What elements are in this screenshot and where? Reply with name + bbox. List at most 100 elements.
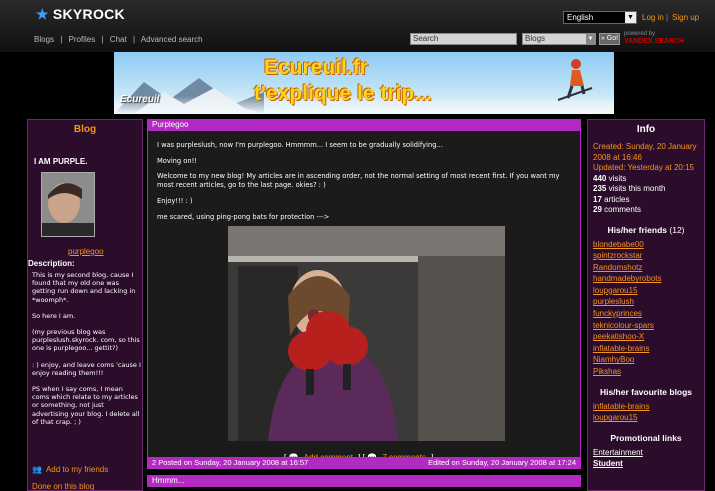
language-select[interactable]: English ▼ bbox=[563, 11, 637, 24]
post-paragraph: Welcome to my new blog! My articles are … bbox=[157, 172, 560, 190]
nav-blogs[interactable]: Blogs bbox=[34, 35, 54, 44]
post-paragraph: Enjoy!!! : ) bbox=[157, 196, 193, 205]
articles-row: 17 articles bbox=[593, 195, 704, 206]
articles-count: 17 bbox=[593, 194, 602, 204]
favourite-blog-link[interactable]: loupgarou15 bbox=[593, 412, 704, 424]
nav-separator: | bbox=[132, 35, 136, 44]
friend-link[interactable]: Randomshotz bbox=[593, 262, 704, 274]
comments-label: comments bbox=[604, 205, 642, 214]
post-paragraph: Moving on!! bbox=[157, 156, 197, 165]
visits-month-label: visits this month bbox=[608, 184, 666, 193]
friend-link[interactable]: teknicolour-spars bbox=[593, 320, 704, 332]
friend-link[interactable]: inflatable-brains bbox=[593, 343, 704, 355]
visits-month-count: 235 bbox=[593, 184, 607, 193]
add-friend-label: Add to my friends bbox=[45, 465, 109, 474]
post-title: Purplegoo bbox=[147, 119, 581, 131]
description-paragraph: PS when I say coms, I mean coms which re… bbox=[32, 385, 140, 426]
friend-link[interactable]: purpleslush bbox=[593, 296, 704, 308]
description-paragraph: : ) enjoy, and leave coms 'cause I enjoy… bbox=[32, 360, 141, 377]
ad-banner[interactable]: Ecureuil.fr t'explique le trip... Ecureu… bbox=[114, 52, 614, 114]
promo-link[interactable]: Student bbox=[588, 458, 704, 469]
friend-link[interactable]: Pikshas bbox=[593, 366, 704, 378]
banner-logo: Ecureuil bbox=[120, 94, 160, 105]
updated-label: Updated: bbox=[593, 163, 626, 172]
info-body: Created: Sunday, 20 January 2008 at 16:4… bbox=[588, 135, 704, 216]
comments-count: 29 bbox=[593, 205, 602, 214]
yandex-logo: YANDEX SEARCH bbox=[624, 38, 685, 45]
favourite-blog-link[interactable]: inflatable-brains bbox=[593, 401, 704, 413]
promo-link[interactable]: Entertainment bbox=[588, 447, 704, 458]
star-icon: ★ bbox=[36, 6, 49, 22]
banner-subtitle: t'explique le trip... bbox=[254, 82, 432, 105]
favourite-blogs-list: inflatable-brains loupgarou15 bbox=[588, 401, 704, 424]
add-friend-button[interactable]: 👥 Add to my friends bbox=[32, 465, 108, 474]
visits-row: 440 visits bbox=[593, 174, 704, 185]
updated-row: Updated: Yesterday at 20:15 bbox=[593, 163, 704, 174]
visits-month-row: 235 visits this month bbox=[593, 184, 704, 195]
nav-advanced-search[interactable]: Advanced search bbox=[141, 35, 203, 44]
photo-image bbox=[228, 226, 505, 441]
chevron-down-icon: ▼ bbox=[625, 12, 636, 23]
post-paragraph: me scared, using ping-pong bats for prot… bbox=[157, 212, 330, 221]
friend-link[interactable]: NiamhyBoo bbox=[593, 354, 704, 366]
nav-separator: | bbox=[60, 35, 63, 44]
friends-heading: His/her friends (12) bbox=[588, 225, 704, 235]
edited-date: Edited on Sunday, 20 January 2008 at 17:… bbox=[428, 458, 576, 467]
chevron-down-icon: ▼ bbox=[586, 34, 595, 44]
separator: | bbox=[666, 13, 669, 22]
promo-links-list: Entertainment Student bbox=[588, 447, 704, 469]
visits-label: visits bbox=[608, 173, 627, 183]
description-paragraph: So here I am. bbox=[32, 311, 76, 320]
description-body: This is my second blog, cause I found th… bbox=[32, 271, 142, 434]
friend-link[interactable]: handmadebyrobots bbox=[593, 273, 704, 285]
nav-profiles[interactable]: Profiles bbox=[69, 35, 96, 44]
go-button[interactable]: » Go! bbox=[599, 33, 620, 45]
favourite-blogs-title: His/her favourite blogs bbox=[599, 386, 693, 397]
avatar[interactable] bbox=[41, 172, 95, 237]
friend-link[interactable]: loupgarou15 bbox=[593, 285, 704, 297]
updated-value: Yesterday at 20:15 bbox=[627, 163, 694, 172]
blog-sidebar: Blog I AM PURPLE. purplegoo Description:… bbox=[27, 119, 143, 491]
posted-date: 2 Posted on Sunday, 20 January 2008 at 1… bbox=[152, 458, 309, 467]
blog-action-link[interactable]: Done on this blog bbox=[32, 482, 94, 490]
comments-row: 29 comments bbox=[593, 205, 704, 216]
post-text: I was purpleslush, now I'm purplegoo. Hm… bbox=[157, 141, 573, 228]
skyrock-logo[interactable]: ★ SKYROCK bbox=[36, 6, 125, 23]
friend-link[interactable]: blondebabe00 bbox=[593, 239, 704, 251]
info-sidebar: Info Created: Sunday, 20 January 2008 at… bbox=[587, 119, 705, 491]
friend-link[interactable]: peekatishoo-X bbox=[593, 331, 704, 343]
post-footer: 2 Posted on Sunday, 20 January 2008 at 1… bbox=[147, 457, 581, 469]
nav-separator: | bbox=[101, 35, 104, 44]
description-paragraph: (my previous blog was purpleslush.skyroc… bbox=[32, 328, 140, 353]
nav-chat[interactable]: Chat bbox=[110, 35, 127, 44]
skier-graphic bbox=[557, 59, 593, 101]
powered-by: powered by YANDEX SEARCH bbox=[624, 31, 684, 46]
post-body: I was purpleslush, now I'm purplegoo. Hm… bbox=[147, 131, 581, 463]
banner-title: Ecureuil.fr bbox=[264, 56, 368, 79]
avatar-photo bbox=[42, 173, 94, 236]
sub-nav: Blogs | Profiles | Chat | Advanced searc… bbox=[34, 35, 207, 44]
logo-text: SKYROCK bbox=[52, 6, 125, 22]
post-photo[interactable] bbox=[228, 226, 505, 441]
username-link[interactable]: purplegoo bbox=[68, 247, 104, 256]
search-scope-select[interactable]: Blogs ▼ bbox=[522, 33, 596, 45]
signup-link[interactable]: Sign up bbox=[672, 13, 699, 22]
friends-count: (12) bbox=[669, 224, 685, 235]
language-value: English bbox=[567, 13, 594, 22]
info-title: Info bbox=[636, 124, 656, 135]
top-bar: ★ SKYROCK English ▼ Log in | Sign up Blog… bbox=[0, 0, 715, 52]
promo-links-title: Promotional links bbox=[610, 432, 682, 443]
login-link[interactable]: Log in bbox=[642, 13, 664, 22]
powered-by-label: powered by bbox=[624, 31, 656, 37]
friend-list: blondebabe00 spintzrockstar Randomshotz … bbox=[588, 239, 704, 378]
created-label: Created: bbox=[593, 142, 624, 151]
user-add-icon: 👥 bbox=[32, 465, 42, 474]
friend-link[interactable]: funckyprinces bbox=[593, 308, 704, 320]
next-post-title: Hmmm... bbox=[147, 475, 581, 487]
post-paragraph: I was purpleslush, now I'm purplegoo. Hm… bbox=[157, 141, 443, 149]
articles-label: articles bbox=[604, 194, 630, 204]
search-input[interactable]: Search bbox=[410, 33, 517, 45]
friend-link[interactable]: spintzrockstar bbox=[593, 250, 704, 262]
description-title: Description: bbox=[28, 259, 75, 268]
created-row: Created: Sunday, 20 January 2008 at 16:4… bbox=[593, 142, 704, 163]
